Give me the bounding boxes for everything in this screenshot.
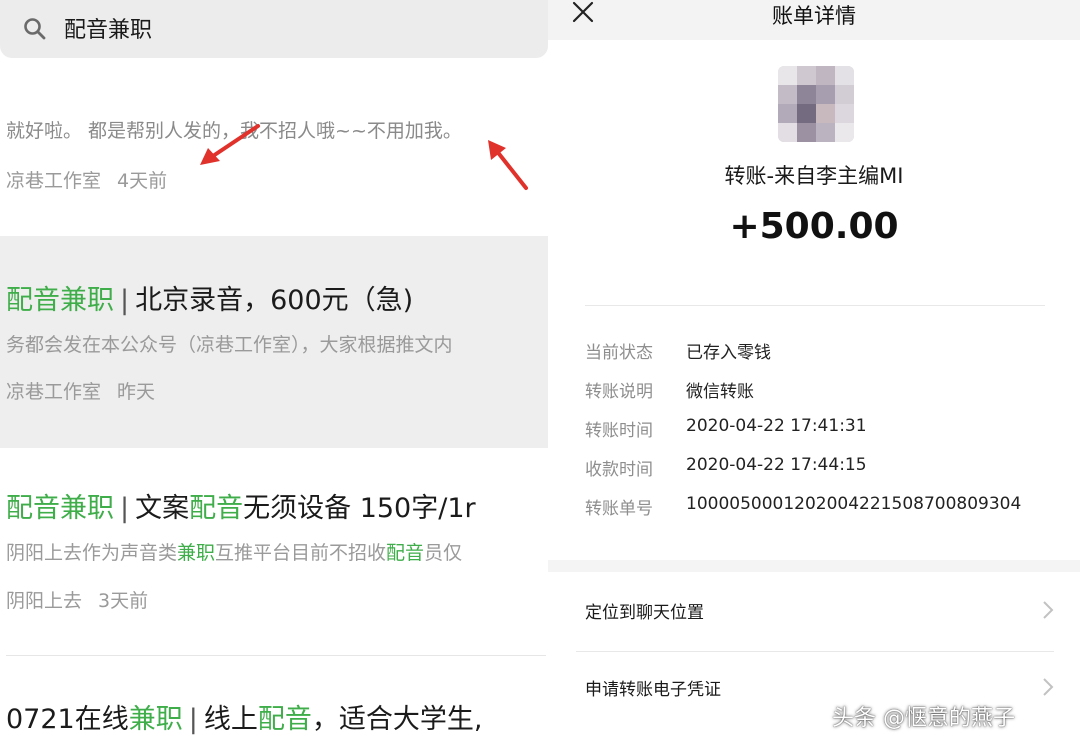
screenshot-composite: 配音兼职 就好啦。 都是帮别人发的，我不招人哦~~不用加我。 凉巷工作室 4天前 … <box>0 0 1080 750</box>
detail-value: 2020-04-22 17:44:15 <box>686 455 867 475</box>
result-time: 3天前 <box>98 590 149 612</box>
title-text: 北京录音，600元（急) <box>135 285 414 316</box>
title-separator: | <box>120 493 130 524</box>
desc-text: 阴阳上去作为声音类 <box>6 542 178 564</box>
result-title[interactable]: 0721在线兼职 | 线上配音，适合大学生, <box>6 697 482 736</box>
title-keyword: 配音 <box>257 704 312 735</box>
result-source: 阴阳上去 <box>6 590 83 612</box>
watermark: 头条 @惬意的燕子 <box>832 706 1015 731</box>
title-text: 0721在线 <box>6 704 129 735</box>
transfer-amount: +500.00 <box>729 206 899 247</box>
desc-text: 互推平台目前不招收 <box>215 542 387 564</box>
result-description: 阴阳上去作为声音类兼职互推平台目前不招收配音员仅 <box>6 538 462 565</box>
title-text: ，适合大学生, <box>311 704 483 735</box>
detail-label: 收款时间 <box>585 460 653 480</box>
nav-bar: 账单详情 <box>548 0 1080 40</box>
red-arrow-left <box>200 124 260 165</box>
title-keyword: 配音兼职 <box>6 285 114 316</box>
snippet-meta: 凉巷工作室 4天前 <box>6 166 167 193</box>
title-text: 线上 <box>203 704 258 735</box>
result-meta: 凉巷工作室 昨天 <box>6 377 155 404</box>
section-gap <box>548 560 1080 572</box>
action-label: 申请转账电子凭证 <box>585 680 721 700</box>
chevron-right-icon <box>1043 678 1054 696</box>
desc-keyword: 兼职 <box>177 542 216 564</box>
search-bar[interactable]: 配音兼职 <box>0 0 548 58</box>
result-meta: 阴阳上去 3天前 <box>6 586 148 613</box>
result-time: 昨天 <box>117 381 156 403</box>
detail-label: 转账时间 <box>585 421 653 441</box>
transfer-source: 转账-来自李主编MI <box>724 164 904 188</box>
snippet-source: 凉巷工作室 <box>6 170 102 192</box>
result-source: 凉巷工作室 <box>6 381 102 403</box>
page-title: 账单详情 <box>772 4 856 28</box>
title-keyword: 兼职 <box>128 704 183 735</box>
red-arrow-right <box>488 140 528 190</box>
avatar <box>778 66 854 142</box>
detail-value: 1000050001202004221508700809304 <box>686 494 1022 514</box>
search-icon <box>24 18 46 40</box>
locate-chat-button[interactable]: 定位到聊天位置 <box>548 578 1080 646</box>
detail-value: 已存入零钱 <box>686 343 771 363</box>
search-input[interactable]: 配音兼职 <box>64 12 152 44</box>
action-label: 定位到聊天位置 <box>585 603 704 623</box>
detail-value: 2020-04-22 17:41:31 <box>686 416 867 436</box>
chevron-right-icon <box>1043 601 1054 619</box>
title-text: 无须设备 150字/1r <box>243 493 476 524</box>
title-text: 文案 <box>135 493 190 524</box>
desc-text: 员仅 <box>424 542 463 564</box>
detail-label: 转账说明 <box>585 382 653 402</box>
title-keyword: 配音 <box>189 493 244 524</box>
result-title[interactable]: 配音兼职 | 文案配音无须设备 150字/1r <box>6 486 476 525</box>
detail-label: 当前状态 <box>585 343 653 363</box>
desc-keyword: 配音 <box>386 542 425 564</box>
result-description: 务都会发在本公众号（凉巷工作室），大家根据推文内 <box>6 334 453 356</box>
row-divider <box>576 651 1054 652</box>
snippet-time: 4天前 <box>117 170 168 192</box>
search-results-panel: 配音兼职 就好啦。 都是帮别人发的，我不招人哦~~不用加我。 凉巷工作室 4天前 … <box>0 0 548 750</box>
result-title[interactable]: 配音兼职 | 北京录音，600元（急) <box>6 278 413 317</box>
section-divider <box>585 305 1045 306</box>
result-divider <box>6 655 546 656</box>
title-keyword: 配音兼职 <box>6 493 114 524</box>
detail-value: 微信转账 <box>686 382 754 402</box>
detail-label: 转账单号 <box>585 499 653 519</box>
title-separator: | <box>188 704 198 735</box>
bill-detail-panel: 账单详情 转账-来自李主编MI +500.00 当前状态 已存入零钱 转账说明 … <box>548 0 1080 750</box>
title-separator: | <box>120 285 130 316</box>
